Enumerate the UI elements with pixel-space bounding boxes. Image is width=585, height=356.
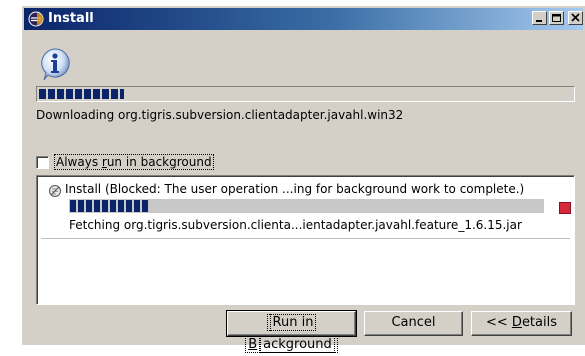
minimize-icon [536,20,542,22]
job-name: Install (Blocked: The user operation ...… [65,182,525,196]
always-run-in-background-checkbox[interactable] [36,155,49,169]
job-row[interactable]: Install (Blocked: The user operation ...… [41,178,571,239]
job-detail: Fetching org.tigris.subversion.clienta..… [69,218,522,232]
maximize-icon [552,14,561,22]
always-run-in-background-label[interactable]: Always run in background [54,154,214,170]
main-progress-fill [39,89,124,99]
stop-job-icon[interactable] [559,202,571,214]
details-button[interactable]: << Details [471,311,572,336]
run-in-background-button[interactable]: Run in Background [226,310,357,353]
info-icon [38,47,72,84]
job-progress-bar [69,199,544,213]
jobs-panel: Install (Blocked: The user operation ...… [36,175,575,305]
always-run-in-background-option[interactable]: Always run in background [36,154,214,170]
eclipse-icon [28,11,44,27]
title-bar[interactable]: Install [24,8,583,30]
cancel-button[interactable]: Cancel [364,311,463,336]
main-progress-bar [36,86,575,102]
window-title: Install [48,11,94,26]
maximize-button[interactable] [549,11,564,25]
job-progress-fill [70,200,150,212]
close-button[interactable] [568,11,583,25]
blocked-job-icon [48,184,62,201]
status-text: Downloading org.tigris.subversion.client… [36,108,404,122]
install-dialog: Install Downloading org.tigris.subversio… [21,5,585,353]
close-icon [571,13,580,22]
minimize-button[interactable] [532,11,547,25]
